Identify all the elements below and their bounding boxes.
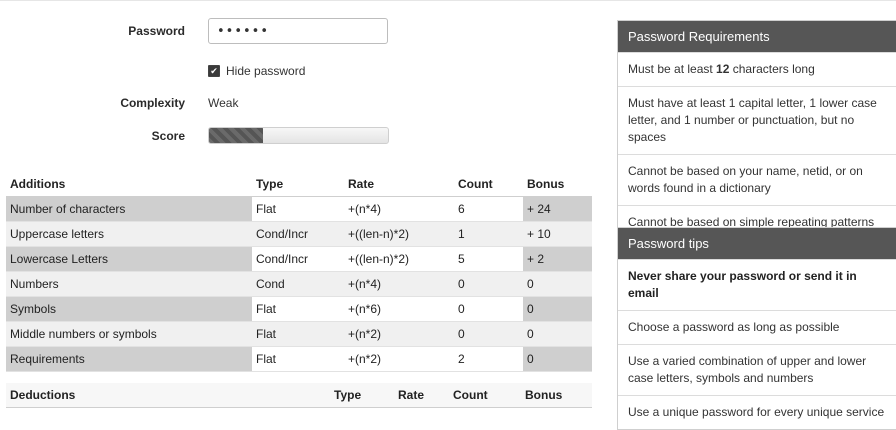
table-cell: +(n*2) [344, 346, 454, 372]
column-header: Type [252, 172, 344, 197]
score-progress-fill [209, 128, 263, 143]
tip-item: Use a unique password for every unique s… [618, 395, 896, 429]
table-cell: 0 [523, 321, 592, 347]
column-header: Rate [394, 383, 449, 408]
table-cell: 5 [454, 246, 523, 272]
tip-item: Use a varied combination of upper and lo… [618, 344, 896, 395]
table-cell: 0 [454, 296, 523, 322]
table-row: Numbers Cond +(n*4) 0 0 [6, 271, 592, 297]
password-label: Password [128, 24, 185, 38]
hide-password-toggle[interactable]: ✔ Hide password [208, 64, 305, 78]
deductions-table: Deductions Type Rate Count Bonus [6, 383, 592, 408]
table-row: Requirements Flat +(n*2) 2 0 [6, 346, 592, 372]
table-cell: Cond/Incr [252, 221, 344, 247]
panel-title: Password tips [618, 228, 896, 259]
column-header: Type [330, 383, 394, 408]
table-cell: + 24 [523, 196, 592, 222]
panel-title: Password Requirements [618, 21, 896, 52]
table-cell: Flat [252, 196, 344, 222]
checkbox-checked-icon[interactable]: ✔ [208, 65, 220, 77]
additions-table: Additions Type Rate Count Bonus Number o… [6, 172, 592, 372]
table-cell: + 2 [523, 246, 592, 272]
column-header: Rate [344, 172, 454, 197]
column-header: Count [454, 172, 523, 197]
table-row: Number of characters Flat +(n*4) 6 + 24 [6, 196, 592, 222]
requirement-item: Must have at least 1 capital letter, 1 l… [618, 86, 896, 154]
table-cell: 1 [454, 221, 523, 247]
table-cell: 0 [454, 271, 523, 297]
table-cell: Cond [252, 271, 344, 297]
table-row: Middle numbers or symbols Flat +(n*2) 0 0 [6, 321, 592, 347]
password-tips-panel: Password tips Never share your password … [617, 227, 896, 430]
tip-item: Never share your password or send it in … [618, 259, 896, 310]
password-input[interactable] [208, 18, 388, 44]
table-cell: Flat [252, 346, 344, 372]
table-cell: +((len-n)*2) [344, 221, 454, 247]
table-cell: 6 [454, 196, 523, 222]
table-cell: Symbols [6, 296, 252, 322]
complexity-label: Complexity [120, 96, 185, 110]
table-cell: Flat [252, 321, 344, 347]
table-cell: 2 [454, 346, 523, 372]
table-cell: 0 [523, 296, 592, 322]
table-cell: Flat [252, 296, 344, 322]
column-header: Count [449, 383, 521, 408]
column-header: Additions [6, 172, 252, 197]
table-cell: +(n*6) [344, 296, 454, 322]
table-row: Symbols Flat +(n*6) 0 0 [6, 296, 592, 322]
complexity-value: Weak [208, 96, 239, 110]
column-header: Bonus [521, 383, 592, 408]
column-header: Deductions [6, 383, 330, 408]
table-cell: +(n*4) [344, 271, 454, 297]
requirement-item: Cannot be based on your name, netid, or … [618, 154, 896, 205]
column-header: Bonus [523, 172, 592, 197]
requirement-item: Must be at least 12 characters long [618, 52, 896, 86]
table-row: Uppercase letters Cond/Incr +((len-n)*2) 1 +… [6, 221, 592, 247]
score-label: Score [151, 129, 185, 143]
table-cell: 0 [523, 346, 592, 372]
table-cell: Uppercase letters [6, 221, 252, 247]
score-progress-bar [208, 127, 389, 144]
table-cell: Cond/Incr [252, 246, 344, 272]
table-cell: Number of characters [6, 196, 252, 222]
table-cell: +(n*4) [344, 196, 454, 222]
deductions-header-row: Deductions Type Rate Count Bonus [6, 383, 592, 408]
table-row: Lowercase Letters Cond/Incr +((len-n)*2) 5 +… [6, 246, 592, 272]
additions-header-row: Additions Type Rate Count Bonus [6, 172, 592, 197]
table-cell: +(n*2) [344, 321, 454, 347]
hide-password-label: Hide password [226, 64, 306, 78]
top-divider [0, 0, 896, 1]
table-cell: Lowercase Letters [6, 246, 252, 272]
tip-item: Choose a password as long as possible [618, 310, 896, 344]
table-cell: +((len-n)*2) [344, 246, 454, 272]
table-cell: 0 [523, 271, 592, 297]
table-cell: Requirements [6, 346, 252, 372]
table-cell: Middle numbers or symbols [6, 321, 252, 347]
password-requirements-panel: Password Requirements Must be at least 1… [617, 20, 896, 240]
table-cell: + 10 [523, 221, 592, 247]
table-cell: 0 [454, 321, 523, 347]
table-cell: Numbers [6, 271, 252, 297]
